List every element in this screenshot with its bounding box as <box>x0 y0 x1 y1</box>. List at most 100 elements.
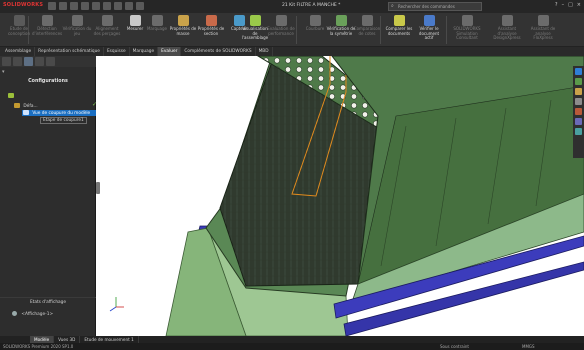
resources-icon[interactable] <box>575 68 582 75</box>
ribbon-button-icon <box>249 15 261 26</box>
ribbon-button-icon <box>13 15 25 26</box>
ribbon-button-6[interactable]: Propriétés de masse <box>168 15 198 36</box>
ribbon-button-label: Vérifier le document actif <box>418 26 440 40</box>
status-product: SOLIDWORKS Premium 2020 SP1.0 <box>3 344 74 349</box>
tree-filter[interactable]: ▾ <box>2 69 94 75</box>
display-state-icon <box>12 311 17 316</box>
ribbon-button-15[interactable]: Comparer les documents <box>384 15 414 36</box>
ribbon-button-2[interactable]: Vérification du jeu <box>62 15 92 36</box>
ribbon-button-13[interactable]: Comparaison de cotes <box>352 15 382 36</box>
gear-icon[interactable] <box>136 2 144 10</box>
ribbon-button-icon <box>177 15 189 26</box>
ribbon-button-icon <box>501 15 513 26</box>
orientation-triad <box>109 297 124 312</box>
ribbon-button-19[interactable]: Assistant de analyse FloXpress <box>528 15 558 41</box>
quick-access-toolbar <box>48 2 144 10</box>
title-bar: SOLIDWORKS 21 Kit FILTRE A MANCHE * ⌕ Re… <box>0 0 584 13</box>
section-view-icon <box>23 110 29 115</box>
tree-item-label: Défa... <box>23 104 38 109</box>
solidworks-forum-icon[interactable] <box>575 128 582 135</box>
display-state-item[interactable]: <Affichage-1> <box>12 311 53 317</box>
tree-item-label: Vue de coupure du modèle <box>32 111 91 116</box>
ribbon-button-1[interactable]: Détection d'interférences <box>32 15 62 36</box>
ribbon-button-label: Vérification du jeu <box>62 26 92 36</box>
tree-item-section-view[interactable]: Vue de coupure du modèle <box>22 110 98 116</box>
ribbon-button-icon <box>275 15 287 26</box>
ribbon-button-icon <box>423 15 435 26</box>
tree-item-default[interactable]: Défa... ✓ <box>14 101 97 109</box>
command-tab[interactable]: MBD <box>256 47 273 56</box>
ribbon-button-label: Courbure <box>305 26 325 31</box>
ribbon-button-icon <box>129 15 141 26</box>
home-icon[interactable] <box>48 2 56 10</box>
ribbon-button-label: Propriétés de masse <box>169 26 197 36</box>
command-tab[interactable]: Compléments de SOLIDWORKS <box>181 47 256 56</box>
manager-tabs <box>0 56 96 67</box>
command-tab[interactable]: Représentation schématique <box>35 47 104 56</box>
view-palette-icon[interactable] <box>575 98 582 105</box>
maximize-icon[interactable]: □ <box>568 2 573 8</box>
ribbon-button-icon <box>393 15 405 26</box>
ribbon-separator <box>446 16 447 44</box>
ribbon-button-icon <box>461 15 473 26</box>
open-icon[interactable] <box>70 2 78 10</box>
print-icon[interactable] <box>92 2 100 10</box>
rebuild-icon[interactable] <box>125 2 133 10</box>
command-tab[interactable]: Evaluer <box>158 47 182 56</box>
help-icon[interactable]: ? <box>555 2 558 8</box>
ribbon-button-10[interactable]: Evaluation de performance <box>266 15 296 36</box>
assembly-icon <box>8 93 14 98</box>
ribbon-button-label: Evaluation de performance <box>267 26 295 36</box>
panel-title: Configurations <box>28 79 68 84</box>
select-arrow-icon[interactable] <box>114 2 122 10</box>
model-tab[interactable]: Etude de mouvement 1 <box>80 336 139 343</box>
ribbon-button-label: Assistant de analyse FloXpress <box>530 26 556 40</box>
file-explorer-icon[interactable] <box>575 88 582 95</box>
tree-item-section-step[interactable]: Etape de coupure1 <box>40 117 87 124</box>
minimize-icon[interactable]: – <box>562 2 565 8</box>
new-icon[interactable] <box>59 2 67 10</box>
search-input[interactable]: ⌕ Rechercher des commandes <box>388 2 482 11</box>
ribbon-button-16[interactable]: Vérifier le document actif <box>414 15 444 41</box>
appearances-icon[interactable] <box>575 108 582 115</box>
command-tab[interactable]: Esquisse <box>104 47 130 56</box>
app-logo: SOLIDWORKS <box>3 2 44 8</box>
ribbon-button-label: Comparaison de cotes <box>353 26 381 36</box>
ribbon-button-7[interactable]: Propriétés de section <box>196 15 226 36</box>
dimxpert-tab-icon[interactable] <box>35 57 44 66</box>
undo-icon[interactable] <box>103 2 111 10</box>
ribbon-button-icon <box>101 15 113 26</box>
command-manager-ribbon: Etude de conception Détection d'interfére… <box>0 13 584 47</box>
ribbon-button-icon <box>537 15 549 26</box>
panel-splitter-handle[interactable] <box>96 182 100 194</box>
command-manager-tabs: Assemblage Représentation schématique Esqu… <box>0 47 584 56</box>
ribbon-button-3[interactable]: Alignement des perçages <box>92 15 122 36</box>
status-units[interactable]: MMGS <box>522 343 535 350</box>
command-tab[interactable]: Assemblage <box>2 47 36 56</box>
search-icon: ⌕ <box>391 3 394 9</box>
configuration-manager-tab-icon[interactable] <box>24 57 33 66</box>
display-state-label: <Affichage-1> <box>21 312 54 317</box>
ribbon-separator <box>296 16 297 44</box>
ribbon-button-label: Comparer les documents <box>385 26 413 36</box>
graphics-area[interactable] <box>96 56 584 336</box>
ribbon-button-icon <box>41 15 53 26</box>
design-library-icon[interactable] <box>575 78 582 85</box>
document-title: 21 Kit FILTRE A MANCHE * <box>282 3 341 8</box>
ribbon-button-icon <box>361 15 373 26</box>
save-icon[interactable] <box>81 2 89 10</box>
model-tab[interactable]: Vues 3D <box>54 336 81 343</box>
close-icon[interactable]: × <box>577 2 581 8</box>
property-manager-tab-icon[interactable] <box>13 57 22 66</box>
tree-item-assembly[interactable] <box>8 93 16 99</box>
configuration-manager-panel: ▾ Configurations Défa... ✓ Vue de coupur… <box>0 56 98 336</box>
ribbon-button-0[interactable]: Etude de conception <box>4 15 34 36</box>
ribbon-button-18[interactable]: Assistant d'analyse DesignXpress <box>492 15 522 41</box>
ribbon-button-17[interactable]: SOLIDWORKS Simulation Consultant <box>452 15 482 41</box>
custom-properties-icon[interactable] <box>575 118 582 125</box>
display-manager-tab-icon[interactable] <box>46 57 55 66</box>
ribbon-button-label: Etude de conception <box>7 26 31 36</box>
command-tab[interactable]: Marquage <box>130 47 159 56</box>
feature-tree-tab-icon[interactable] <box>2 57 11 66</box>
model-tab[interactable]: Modèle <box>30 336 55 343</box>
